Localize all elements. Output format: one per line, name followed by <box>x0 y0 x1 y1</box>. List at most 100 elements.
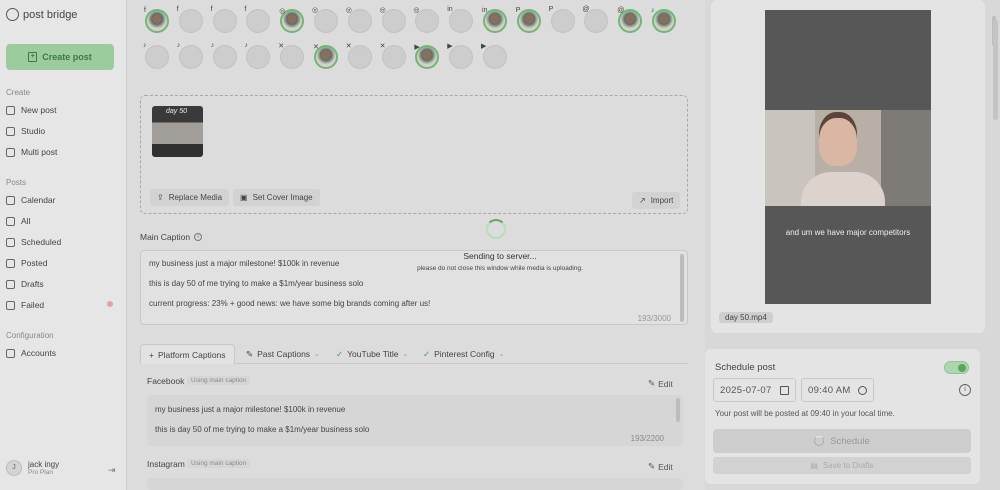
account-avatar-instagram[interactable]: ◎ <box>345 7 372 33</box>
preview-card: and um we have major competitors day 50.… <box>711 0 985 333</box>
account-avatar-facebook[interactable]: f <box>144 7 169 33</box>
tab-label: Pinterest Config <box>434 349 495 359</box>
account-avatar-twitter[interactable]: ✕ <box>278 43 305 69</box>
account-avatar-youtube[interactable]: ▶ <box>481 43 507 69</box>
sidebar-item-calendar[interactable]: Calendar <box>6 195 56 205</box>
tiktok-icon: ♪ <box>143 42 147 49</box>
account-avatar-tiktok[interactable]: ♪ <box>244 42 271 69</box>
account-avatar-youtube[interactable]: ▶ <box>414 44 440 69</box>
upload-icon: ⇪ <box>157 193 164 202</box>
instagram-caption-preview[interactable] <box>147 478 683 490</box>
account-avatar-instagram[interactable]: ◎ <box>380 7 406 33</box>
tab-past-captions[interactable]: ✎ Past Captions ⌄ <box>246 344 320 364</box>
main-caption-textarea[interactable]: my business just a major milestone! $100… <box>140 250 688 325</box>
create-post-button[interactable]: + Create post <box>6 44 114 70</box>
account-avatar-threads[interactable]: @ <box>582 6 609 33</box>
replace-media-button[interactable]: ⇪ Replace Media <box>150 189 230 206</box>
account-avatar-threads[interactable]: @ <box>617 7 643 33</box>
account-avatar-instagram[interactable]: ◎ <box>312 7 338 33</box>
section-create: Create <box>6 88 31 97</box>
tab-youtube-title[interactable]: ✓ YouTube Title ⌄ <box>336 344 408 364</box>
sidebar-item-studio[interactable]: Studio <box>6 126 45 136</box>
facebook-caption-scrollbar[interactable] <box>676 398 680 422</box>
instagram-icon: ◎ <box>345 7 352 14</box>
media-file-name: day 50.mp4 <box>719 312 773 323</box>
sidebar-item-failed[interactable]: Failed <box>6 300 44 310</box>
sidebar-item-multi-post[interactable]: Multi post <box>6 147 57 157</box>
tiktok-icon: ♪ <box>176 42 181 49</box>
facebook-caption-title: Facebook <box>147 376 185 386</box>
tab-label: Past Captions <box>257 349 311 359</box>
account-avatar-tiktok[interactable]: ♪ <box>651 7 676 33</box>
logout-icon[interactable]: ⇥ <box>108 465 116 476</box>
clock-icon[interactable] <box>858 385 867 395</box>
user-plan: Pro Plan <box>28 469 53 476</box>
account-avatar-facebook[interactable]: f <box>177 6 203 33</box>
info-icon[interactable]: i <box>959 384 971 396</box>
account-avatar-instagram[interactable]: ◎ <box>413 7 440 33</box>
caption-line: my business just a major milestone! $100… <box>155 405 346 414</box>
instagram-edit-button[interactable]: ✎ Edit <box>648 461 673 472</box>
sidebar: post bridge + Create post Create New pos… <box>0 0 127 490</box>
schedule-note: Your post will be posted at 09:40 in you… <box>715 409 895 418</box>
sidebar-item-new-post[interactable]: New post <box>6 105 56 115</box>
account-avatar-twitter[interactable]: ✕ <box>379 43 406 69</box>
tiktok-icon: ♪ <box>210 42 215 49</box>
facebook-icon: f <box>244 6 247 13</box>
account-avatar-facebook[interactable]: f <box>211 6 237 33</box>
save-to-drafts-button[interactable]: ▤ Save to Drafts <box>713 457 971 474</box>
import-button[interactable]: ↗ Import <box>632 192 681 209</box>
sidebar-item-scheduled[interactable]: Scheduled <box>6 237 61 247</box>
account-avatar-pinterest[interactable]: P <box>549 6 575 33</box>
page-scrollbar[interactable] <box>993 20 998 120</box>
account-avatar-twitter[interactable]: ✕ <box>313 44 338 69</box>
schedule-date-field[interactable]: 2025-07-07 <box>713 378 796 402</box>
upload-spinner <box>486 219 506 239</box>
facebook-icon: f <box>144 7 146 14</box>
tab-pinterest-config[interactable]: ✓ Pinterest Config ⌄ <box>423 344 504 364</box>
calendar-icon <box>6 195 15 205</box>
main-caption-label: Main Caption <box>140 232 191 242</box>
threads-icon: @ <box>617 7 625 14</box>
sidebar-item-label: Calendar <box>21 195 56 205</box>
sidebar-item-accounts[interactable]: Accounts <box>6 348 56 358</box>
media-dropzone[interactable]: day 50 ⇪ Replace Media ▣ Set Cover Image… <box>140 95 688 214</box>
account-avatar-facebook[interactable]: f <box>244 6 271 33</box>
tab-label: YouTube Title <box>347 349 399 359</box>
sidebar-item-label: Failed <box>21 300 45 310</box>
account-avatar-youtube[interactable]: ▶ <box>447 43 474 69</box>
app-name: post bridge <box>23 8 78 21</box>
info-icon[interactable]: i <box>194 233 203 241</box>
account-avatar-pinterest[interactable]: P <box>516 7 541 33</box>
threads-icon: @ <box>582 6 590 13</box>
account-avatar-tiktok[interactable]: ♪ <box>210 42 237 69</box>
schedule-button-label: Schedule <box>830 435 870 447</box>
app-logo[interactable]: post bridge <box>6 8 77 21</box>
account-avatar-instagram[interactable]: ◎ <box>279 8 305 33</box>
facebook-edit-button[interactable]: ✎ Edit <box>648 378 673 389</box>
facebook-caption-preview[interactable]: my business just a major milestone! $100… <box>147 395 683 446</box>
set-cover-image-button[interactable]: ▣ Set Cover Image <box>233 189 320 206</box>
video-frame <box>765 110 931 206</box>
toggle-knob <box>958 364 966 372</box>
schedule-time-field[interactable]: 09:40 AM <box>801 378 874 402</box>
calendar-icon[interactable] <box>780 385 789 395</box>
schedule-button[interactable]: Schedule <box>713 429 971 453</box>
sidebar-item-label: Studio <box>21 126 46 136</box>
account-avatar-linkedin[interactable]: in <box>482 7 507 33</box>
account-avatar-tiktok[interactable]: ♪ <box>176 42 203 69</box>
caption-line: this is day 50 of me trying to make a $1… <box>149 279 364 288</box>
schedule-toggle[interactable] <box>944 361 969 374</box>
account-avatar-twitter[interactable]: ✕ <box>346 43 372 69</box>
video-preview[interactable]: and um we have major competitors <box>765 10 931 304</box>
sidebar-item-all[interactable]: All <box>6 216 30 226</box>
tab-platform-captions[interactable]: + Platform Captions <box>140 344 235 364</box>
twitter-icon: ✕ <box>379 43 386 50</box>
user-profile[interactable]: J jack ingy Pro Plan <box>6 460 59 476</box>
account-avatar-tiktok[interactable]: ♪ <box>143 42 169 69</box>
media-thumbnail[interactable]: day 50 <box>152 106 203 157</box>
sidebar-item-drafts[interactable]: Drafts <box>6 279 44 289</box>
replace-media-label: Replace Media <box>168 193 223 202</box>
draft-icon <box>6 279 15 289</box>
account-avatar-linkedin[interactable]: in <box>447 6 474 33</box>
